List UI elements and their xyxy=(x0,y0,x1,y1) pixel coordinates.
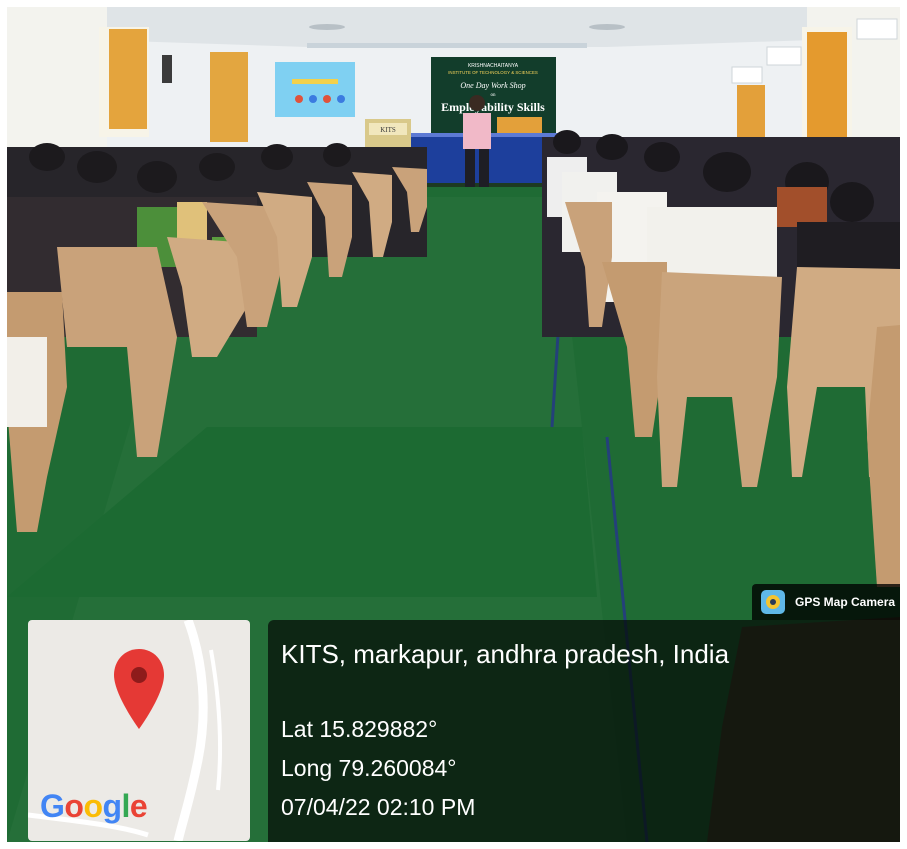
ceiling-fan xyxy=(309,24,345,30)
google-logo: Google xyxy=(40,788,148,824)
gps-map-camera-badge: GPS Map Camera xyxy=(752,584,900,620)
banner-line5: Employability Skills xyxy=(441,100,545,114)
gps-info-panel: KITS, markapur, andhra pradesh, India La… xyxy=(268,620,900,842)
photo-frame: KRISHNACHAITANYA INSTITUTE OF TECHNOLOGY… xyxy=(7,7,900,842)
banner-line2: INSTITUTE OF TECHNOLOGY & SCIENCES xyxy=(448,70,538,75)
speaker xyxy=(463,113,491,149)
camera-app-icon xyxy=(761,590,785,614)
timestamp: 07/04/22 02:10 PM xyxy=(281,794,476,820)
longitude-readout: Long 79.260084° xyxy=(281,755,457,781)
latitude-readout: Lat 15.829882° xyxy=(281,716,438,742)
location-pin-icon xyxy=(114,649,164,729)
location-address: KITS, markapur, andhra pradesh, India xyxy=(281,639,730,669)
left-wall xyxy=(7,7,107,157)
banner-line4: on xyxy=(491,93,497,98)
banner-line1: KRISHNACHAITANYA xyxy=(468,63,519,69)
camera-app-name: GPS Map Camera xyxy=(795,595,896,609)
projection-screen xyxy=(275,62,355,117)
curtain xyxy=(109,29,147,129)
map-thumbnail: Google xyxy=(28,620,250,841)
podium-label: KITS xyxy=(380,126,396,134)
curtain xyxy=(807,32,847,142)
banner-line3: One Day Work Shop xyxy=(460,81,525,90)
curtain xyxy=(210,52,248,142)
curtain xyxy=(737,85,765,145)
ceiling-fan xyxy=(589,24,625,30)
